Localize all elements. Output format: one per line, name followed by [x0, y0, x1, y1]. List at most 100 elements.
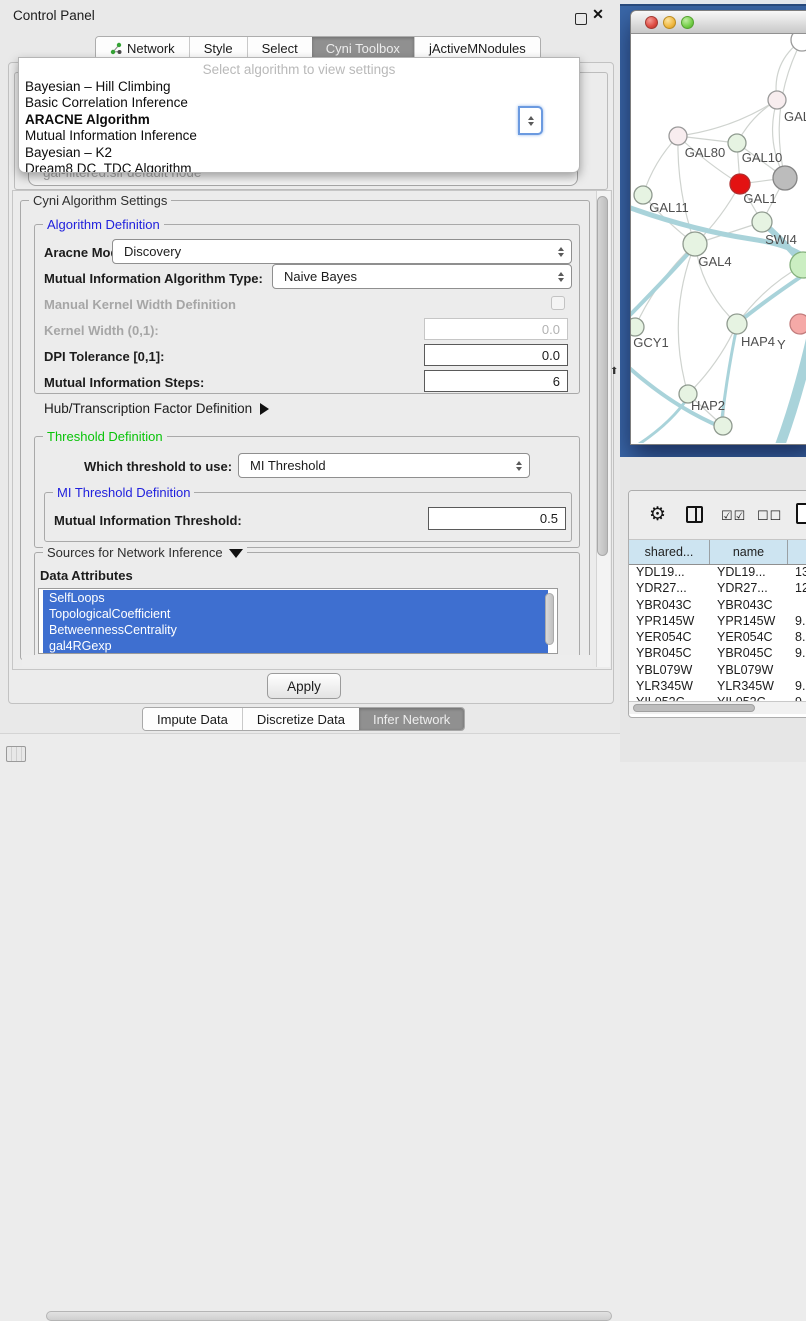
- scrollbar-thumb[interactable]: [46, 1311, 612, 1321]
- float-window-icon[interactable]: [575, 13, 587, 25]
- tab-label: Discretize Data: [257, 712, 345, 727]
- algorithm-option-list: Bayesian – Hill ClimbingBasic Correlatio…: [19, 79, 579, 173]
- algorithm-option-bayesian-k2[interactable]: Bayesian – K2: [19, 145, 579, 161]
- highlighted-edge[interactable]: [633, 396, 689, 443]
- tab-style[interactable]: Style: [189, 37, 247, 59]
- tab-impute-data[interactable]: Impute Data: [143, 708, 242, 730]
- algorithm-option-bayesian-hill-climbing[interactable]: Bayesian – Hill Climbing: [19, 79, 579, 95]
- highlighted-edge[interactable]: [631, 246, 695, 320]
- group-title: Cyni Algorithm Settings: [29, 193, 171, 208]
- tab-cyni-toolbox[interactable]: Cyni Toolbox: [312, 37, 414, 59]
- document-icon[interactable]: [796, 503, 806, 524]
- unchecked-columns-icon[interactable]: ☐☐: [757, 508, 782, 524]
- edge[interactable]: [678, 244, 695, 394]
- mi-algorithm-type-combo[interactable]: Naive Bayes: [272, 264, 572, 289]
- sources-group-title[interactable]: Sources for Network Inference: [43, 545, 247, 560]
- list-scrollbar-thumb[interactable]: [545, 593, 554, 645]
- table-cell: YBL079W: [710, 663, 788, 679]
- node-gal[interactable]: [768, 91, 786, 109]
- node-gal80[interactable]: [669, 127, 687, 145]
- mi-steps-field[interactable]: 6: [424, 370, 568, 392]
- tab-label: Cyni Toolbox: [326, 41, 400, 56]
- data-attributes-label: Data Attributes: [40, 568, 133, 583]
- hub-definition-toggle[interactable]: Hub/Transcription Factor Definition: [44, 401, 269, 416]
- node-y[interactable]: [790, 314, 806, 334]
- split-view-icon[interactable]: [686, 506, 703, 523]
- tab-label: Infer Network: [373, 712, 450, 727]
- settings-horizontal-scrollbar[interactable]: [22, 655, 592, 667]
- table-row[interactable]: YDL19...YDL19...13: [629, 565, 806, 581]
- mi-algorithm-type-label: Mutual Information Algorithm Type:: [44, 271, 263, 286]
- zoom-traffic-light-icon[interactable]: [681, 16, 694, 29]
- kernel-width-field[interactable]: 0.0: [424, 318, 568, 340]
- scrollbar-thumb[interactable]: [633, 704, 755, 712]
- group-title: Threshold Definition: [43, 429, 167, 444]
- table-row[interactable]: YER054CYER054C8.: [629, 630, 806, 646]
- algorithm-option-mutual-information-inference[interactable]: Mutual Information Inference: [19, 128, 579, 144]
- table-header-row: shared...nameA: [629, 540, 806, 565]
- checked-columns-icon[interactable]: ☑☑: [721, 508, 746, 524]
- table-horizontal-scrollbar[interactable]: [629, 701, 806, 714]
- attribute-item-topologicalcoefficient[interactable]: TopologicalCoefficient: [43, 606, 548, 622]
- highlighted-edge[interactable]: [631, 364, 721, 427]
- node-unlabeled[interactable]: [791, 34, 806, 51]
- network-window-titlebar[interactable]: [631, 11, 806, 34]
- tab-jactivemnodules[interactable]: jActiveMNodules: [414, 37, 540, 59]
- dpi-tolerance-field[interactable]: 0.0: [424, 344, 568, 366]
- table-row[interactable]: YLR345WYLR345W9.: [629, 679, 806, 695]
- gear-icon[interactable]: ⚙: [649, 503, 666, 526]
- network-canvas[interactable]: GALGAL80GAL10GAL1GAL11SWI4GAL4GCY1HAP4YH…: [631, 34, 806, 443]
- tab-discretize-data[interactable]: Discretize Data: [242, 708, 359, 730]
- manual-kernel-width-checkbox[interactable]: [551, 296, 565, 310]
- algorithm-option-basic-correlation-inference[interactable]: Basic Correlation Inference: [19, 95, 579, 111]
- table-cell: YLR345W: [710, 679, 788, 695]
- node-unlabeled[interactable]: [773, 166, 797, 190]
- control-panel-titlebar: Control Panel ✕: [0, 0, 620, 30]
- column-header-name[interactable]: name: [710, 540, 788, 564]
- panel-title: Control Panel: [13, 8, 95, 23]
- algorithm-dropdown-popup: Select algorithm to view settings Bayesi…: [18, 57, 580, 173]
- column-header-shared[interactable]: shared...: [629, 540, 710, 564]
- attribute-item-gal4rgexp[interactable]: gal4RGexp: [43, 638, 548, 654]
- node-hap4[interactable]: [727, 314, 747, 334]
- table-row[interactable]: YBL079WYBL079W: [629, 663, 806, 679]
- table-cell: [788, 663, 806, 679]
- minimize-traffic-light-icon[interactable]: [663, 16, 676, 29]
- table-cell: YLR345W: [629, 679, 710, 695]
- node-unlabeled[interactable]: [714, 417, 732, 435]
- node-table: shared...nameA YDL19...YDL19...13YDR27..…: [629, 540, 806, 712]
- tab-select[interactable]: Select: [247, 37, 312, 59]
- tab-infer-network[interactable]: Infer Network: [359, 708, 464, 730]
- column-header-a[interactable]: A: [788, 540, 806, 564]
- tab-label: Impute Data: [157, 712, 228, 727]
- scrollbar-thumb[interactable]: [597, 196, 608, 556]
- algorithm-option-dream8-dc-tdc-algorithm[interactable]: Dream8 DC_TDC Algorithm: [19, 161, 579, 173]
- grid-icon[interactable]: [6, 746, 26, 762]
- table-cell: 12: [788, 581, 806, 597]
- data-attributes-list[interactable]: SelfLoopsTopologicalCoefficientBetweenne…: [38, 588, 558, 654]
- node-gal4[interactable]: [683, 232, 707, 256]
- table-row[interactable]: YDR27...YDR27...12: [629, 581, 806, 597]
- table-row[interactable]: YBR045CYBR045C9.: [629, 646, 806, 662]
- edge[interactable]: [643, 136, 678, 195]
- table-cell: YBL079W: [629, 663, 710, 679]
- table-row[interactable]: YBR043CYBR043C: [629, 598, 806, 614]
- algorithm-option-aracne-algorithm[interactable]: ARACNE Algorithm: [19, 112, 579, 128]
- aracne-mode-value: Discovery: [124, 244, 181, 259]
- node-gal1[interactable]: [752, 212, 772, 232]
- mi-algorithm-type-value: Naive Bayes: [284, 269, 357, 284]
- mouse-cursor-icon: ⬆: [610, 366, 618, 377]
- close-icon[interactable]: ✕: [592, 9, 604, 21]
- node-gcy1[interactable]: [631, 318, 644, 336]
- mi-threshold-field[interactable]: 0.5: [428, 507, 566, 530]
- apply-button[interactable]: Apply: [267, 673, 341, 699]
- attribute-item-betweennesscentrality[interactable]: BetweennessCentrality: [43, 622, 548, 638]
- tab-network[interactable]: Network: [96, 37, 189, 59]
- edge[interactable]: [678, 100, 777, 136]
- close-traffic-light-icon[interactable]: [645, 16, 658, 29]
- attribute-item-selfloops[interactable]: SelfLoops: [43, 590, 548, 606]
- which-threshold-combo[interactable]: MI Threshold: [238, 453, 530, 478]
- table-row[interactable]: YPR145WYPR145W9.: [629, 614, 806, 630]
- aracne-mode-combo[interactable]: Discovery: [112, 239, 572, 264]
- table-cell: 9.: [788, 614, 806, 630]
